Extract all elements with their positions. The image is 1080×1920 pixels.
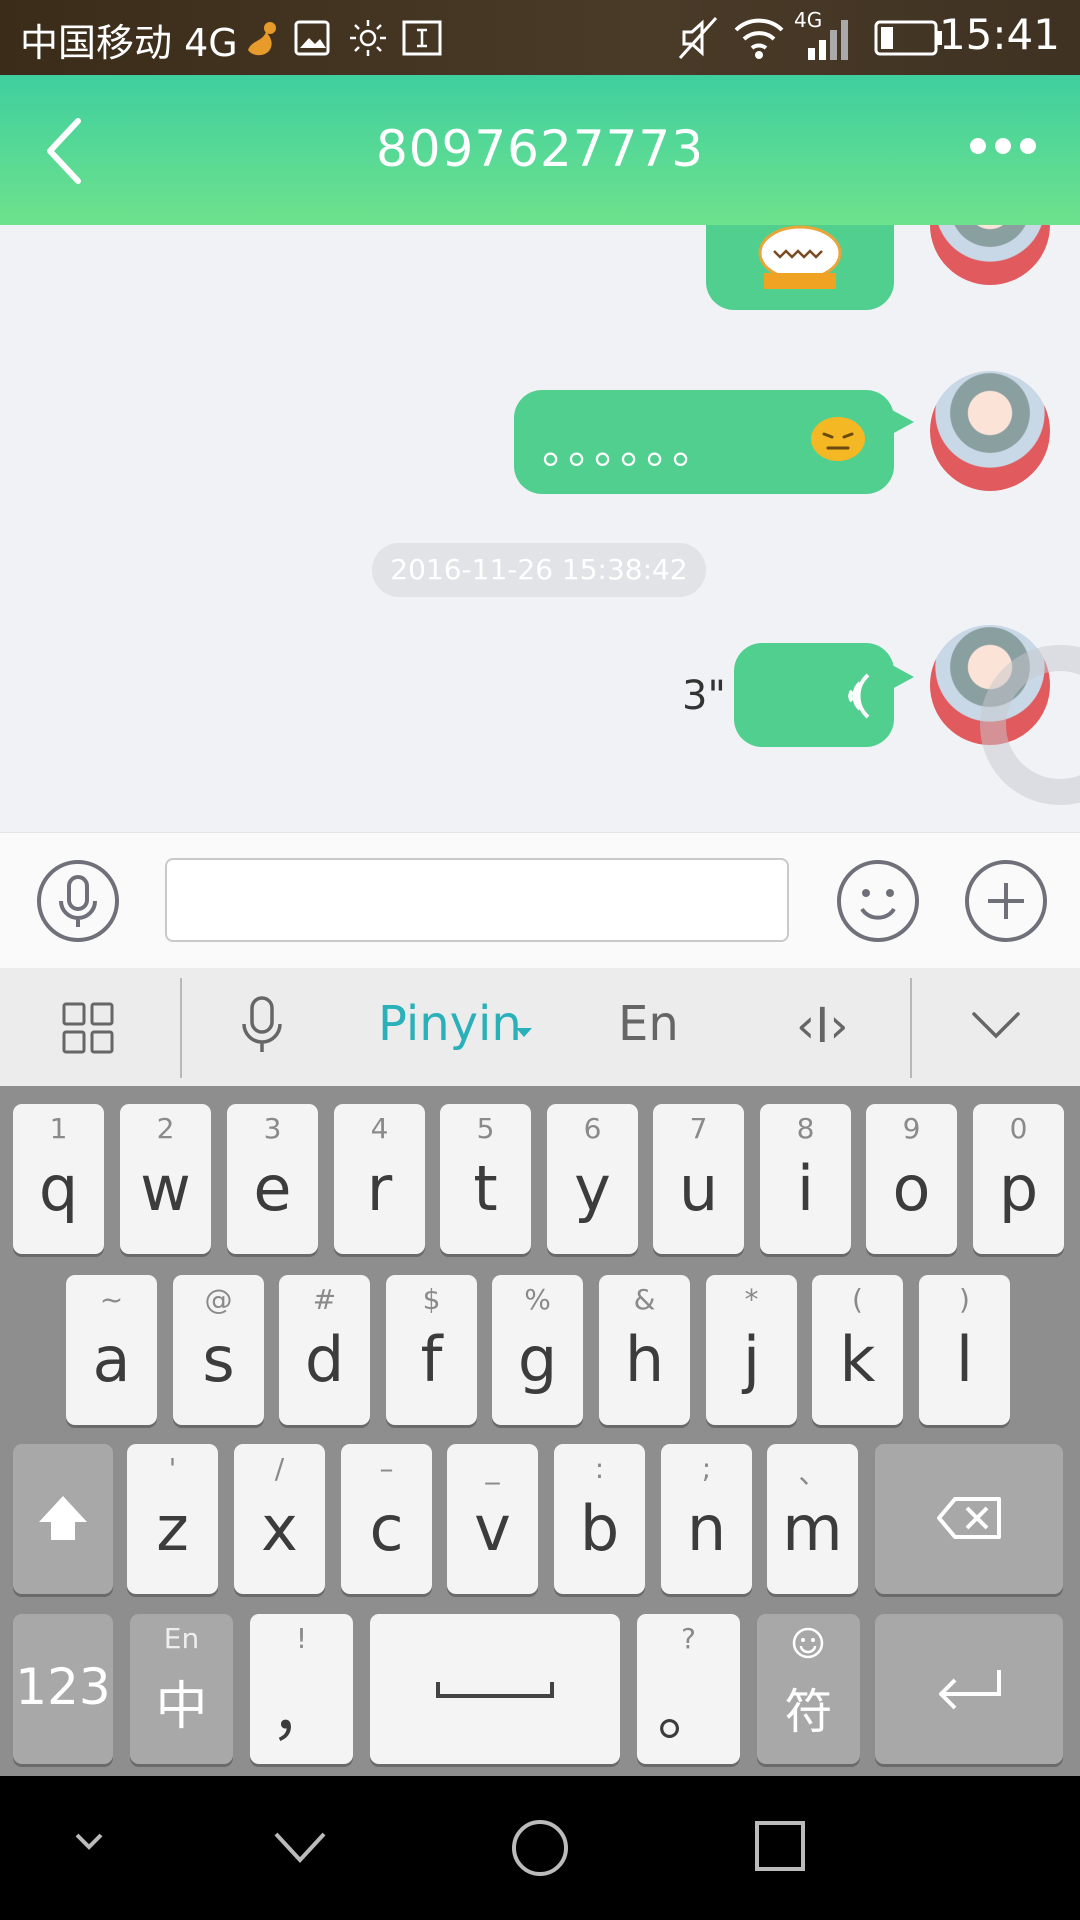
divider: [180, 978, 182, 1078]
back-nav-icon[interactable]: [272, 1830, 328, 1866]
navigation-bar: [0, 1776, 1080, 1920]
shift-arrow-icon: [39, 1496, 87, 1540]
dropdown-triangle-icon: [516, 1028, 532, 1037]
enter-return-icon: [939, 1670, 1001, 1710]
voice-wave-icon: [848, 673, 870, 719]
key-c[interactable]: – c: [341, 1444, 432, 1594]
key-w[interactable]: 2w: [120, 1104, 211, 1254]
key-z[interactable]: ' z: [127, 1444, 218, 1594]
status-bar: 中国移动 4G 4G 15:41: [0, 0, 1080, 75]
carrier-label: 中国移动 4G: [20, 21, 238, 65]
symbols-key[interactable]: 符: [757, 1614, 860, 1764]
mute-icon: [678, 16, 718, 60]
keyboard: 1q 2w 3e 4r 5t 6y 7u 8i 9o 0p ~ a @ s # d $…: [0, 1086, 1080, 1776]
backspace-key[interactable]: [875, 1444, 1063, 1594]
avatar[interactable]: [930, 225, 1050, 285]
gallery-icon: [294, 20, 330, 56]
sticker-bubble[interactable]: [706, 225, 894, 310]
contact-title: 8097627773: [375, 120, 705, 178]
key-r[interactable]: 4r: [334, 1104, 425, 1254]
home-nav-icon[interactable]: [510, 1818, 570, 1878]
numbers-key[interactable]: 123: [13, 1614, 113, 1764]
collapse-keyboard-chevron-icon[interactable]: [970, 1010, 1022, 1042]
key-o[interactable]: 9o: [866, 1104, 957, 1254]
key-t[interactable]: 5t: [440, 1104, 531, 1254]
input-bar: [0, 832, 1080, 969]
grid-menu-icon[interactable]: [62, 1002, 114, 1054]
emoji-face-icon: [792, 1627, 824, 1659]
enter-key[interactable]: [875, 1614, 1063, 1764]
message-input[interactable]: [165, 858, 789, 942]
key-y[interactable]: 6y: [547, 1104, 638, 1254]
clock: 15:41: [938, 10, 1060, 59]
key-e[interactable]: 3e: [227, 1104, 318, 1254]
space-bar-icon: [436, 1682, 554, 1698]
key-k[interactable]: (k: [812, 1275, 903, 1425]
signal-icon: [808, 20, 848, 60]
key-g[interactable]: % g: [492, 1275, 583, 1425]
key-n[interactable]: ; n: [661, 1444, 752, 1594]
ime-toolbar: Pinyin En ‹I›: [0, 968, 1080, 1087]
backspace-icon: [937, 1497, 1001, 1539]
en-mode-tab[interactable]: En: [618, 996, 679, 1052]
chat-header: 8097627773: [0, 75, 1080, 225]
key-u[interactable]: 7u: [653, 1104, 744, 1254]
voice-input-icon[interactable]: [238, 994, 286, 1058]
voice-message-bubble[interactable]: [734, 643, 894, 747]
bubble-tail: [892, 410, 914, 434]
recents-nav-icon[interactable]: [754, 1820, 806, 1872]
pinyin-mode-tab[interactable]: Pinyin: [378, 996, 522, 1052]
period-key[interactable]: ? 。: [637, 1614, 740, 1764]
key-h[interactable]: & h: [599, 1275, 690, 1425]
hide-keyboard-chevron-icon[interactable]: [74, 1832, 104, 1852]
key-f[interactable]: $ f: [386, 1275, 477, 1425]
key-b[interactable]: :b: [554, 1444, 645, 1594]
key-i[interactable]: 8i: [760, 1104, 851, 1254]
key-l[interactable]: ) l: [919, 1275, 1010, 1425]
shift-key[interactable]: [13, 1444, 113, 1594]
microphone-icon[interactable]: [36, 859, 120, 943]
space-key[interactable]: [370, 1614, 620, 1764]
key-d[interactable]: # d: [279, 1275, 370, 1425]
wifi-icon: [734, 18, 784, 59]
bubble-tail: [892, 665, 914, 689]
battery-icon: [874, 20, 942, 56]
plus-circle-icon[interactable]: [964, 859, 1048, 943]
message-text: 。。。。。。: [542, 423, 720, 474]
key-q[interactable]: 1q: [13, 1104, 104, 1254]
key-a[interactable]: ~ a: [66, 1275, 157, 1425]
key-x[interactable]: / x: [234, 1444, 325, 1594]
divider: [910, 978, 912, 1078]
cursor-control-button[interactable]: ‹I›: [796, 998, 849, 1054]
voice-duration: 3": [682, 673, 726, 719]
message-bubble[interactable]: 。。。。。。: [514, 390, 894, 494]
key-j[interactable]: * j: [706, 1275, 797, 1425]
key-s[interactable]: @ s: [173, 1275, 264, 1425]
timestamp: 2016-11-26 15:38:42: [372, 543, 706, 597]
chat-area[interactable]: 。。。。。。 2016-11-26 15:38:42 3": [0, 225, 1080, 832]
smiley-icon[interactable]: [836, 859, 920, 943]
uc-browser-icon: [248, 22, 276, 56]
key-v[interactable]: _ v: [447, 1444, 538, 1594]
brightness-icon: [350, 20, 386, 56]
key-m[interactable]: 、 m: [767, 1444, 858, 1594]
language-switch-key[interactable]: En 中: [130, 1614, 233, 1764]
key-p[interactable]: 0p: [973, 1104, 1064, 1254]
sticker-image: [758, 225, 842, 289]
text-input-icon: [402, 20, 442, 56]
comma-key[interactable]: ! ，: [250, 1614, 353, 1764]
sleepy-face-emoji-icon: [811, 417, 865, 461]
more-dots-icon[interactable]: [968, 133, 1038, 159]
avatar[interactable]: [930, 371, 1050, 491]
